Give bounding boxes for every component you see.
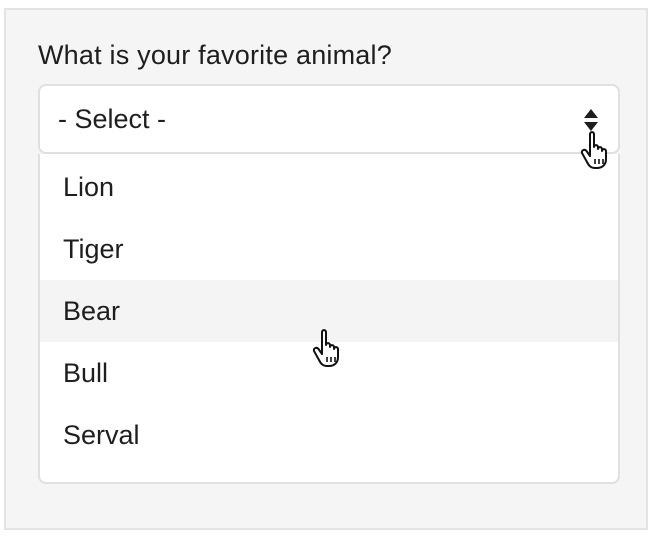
sort-arrows-icon (584, 109, 598, 131)
question-label: What is your favorite animal? (38, 40, 392, 70)
animal-select[interactable]: - Select - (38, 84, 620, 154)
hand-cursor-icon (312, 329, 339, 367)
option-serval[interactable]: Serval (40, 404, 618, 466)
option-tiger[interactable]: Tiger (40, 218, 618, 280)
form-panel: What is your favorite animal? - Select -… (4, 8, 648, 530)
option-lion[interactable]: Lion (40, 156, 618, 218)
hand-cursor-icon (580, 131, 607, 169)
select-value: - Select - (58, 104, 167, 134)
options-dropdown: Lion Tiger Bear Bull Serval (38, 154, 620, 484)
